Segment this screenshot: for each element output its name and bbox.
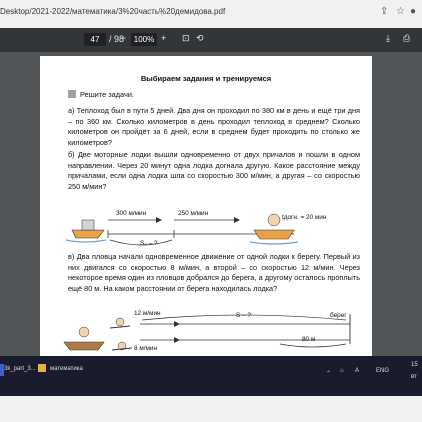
folder-icon	[38, 364, 46, 372]
print-icon[interactable]: ⎙	[403, 33, 410, 44]
language-label[interactable]: ENG	[376, 368, 389, 374]
download-icon[interactable]: ⤓	[386, 33, 390, 44]
tray-chevron-icon[interactable]: ⌃	[326, 370, 331, 377]
pdf-page: Выбираем задания и тренируемся Решите за…	[40, 56, 372, 356]
page-number-input[interactable]: 47	[84, 33, 106, 46]
date: вт	[411, 374, 417, 380]
speed-label-8: 8 м/мин	[134, 345, 157, 352]
address-bar[interactable]: Desktop/2021-2022/математика/3%20часть%2…	[0, 7, 225, 16]
zoom-out-button[interactable]: −	[121, 33, 126, 43]
figure-swimmers	[63, 314, 351, 351]
speed-label-1: 300 м/мин	[116, 210, 147, 217]
zoom-level[interactable]: 100%	[131, 33, 157, 46]
desktop-strip	[0, 396, 422, 422]
swimmer-1-icon	[109, 317, 131, 329]
profile-icon[interactable]: ●	[410, 6, 416, 17]
speed-label-12: 12 м/мин	[134, 310, 161, 317]
time-label: tдогн. = 20 мин	[282, 214, 327, 221]
browser-tabbar: Desktop/2021-2022/математика/3%20часть%2…	[0, 0, 422, 29]
speed-label-2: 250 м/мин	[178, 210, 209, 217]
pdf-viewer: Выбираем задания и тренируемся Решите за…	[0, 52, 422, 356]
instruction: Решите задачи.	[68, 90, 134, 99]
page-title: Выбираем задания и тренируемся	[140, 74, 272, 83]
remaining-distance: 80 м	[302, 336, 316, 343]
clock[interactable]: 15	[411, 362, 418, 368]
task-marker-icon	[68, 90, 76, 98]
task-v: в) Два пловца начали одновременное движе…	[68, 252, 360, 293]
distance-unknown: S₀ – ?	[140, 240, 158, 247]
taskbar-item-file[interactable]: 3k_part_3...	[4, 366, 36, 372]
share-icon[interactable]: ⇪	[380, 6, 388, 17]
figure-boats	[65, 213, 299, 246]
shore-label: берег	[330, 312, 347, 319]
rowboat-icon	[63, 326, 105, 351]
taskbar-item-folder[interactable]: математика	[50, 366, 83, 372]
rotate-icon[interactable]: ⟲	[196, 33, 204, 44]
os-taskbar: 3k_part_3... математика ⌃ ⌂ A ENG 15 вт	[0, 356, 422, 396]
fit-page-icon[interactable]: ⊡	[182, 33, 190, 44]
swimmer-2-icon	[111, 341, 133, 351]
star-icon[interactable]: ☆	[396, 6, 405, 17]
task-a: а) Теплоход был в пути 5 дней. Два дня о…	[68, 106, 360, 147]
lang-a-icon[interactable]: A	[355, 368, 359, 374]
motorboat-1-icon	[65, 219, 107, 243]
zoom-in-button[interactable]: +	[161, 33, 166, 43]
pdf-toolbar: 47 / 98 − 100% + ⊡ ⟲ ⤓ ⎙	[0, 28, 422, 52]
network-icon[interactable]: ⌂	[340, 368, 344, 374]
distance-unknown-s: S – ?	[236, 312, 251, 319]
task-b: б) Две моторные лодки вышли одновременно…	[68, 150, 360, 191]
